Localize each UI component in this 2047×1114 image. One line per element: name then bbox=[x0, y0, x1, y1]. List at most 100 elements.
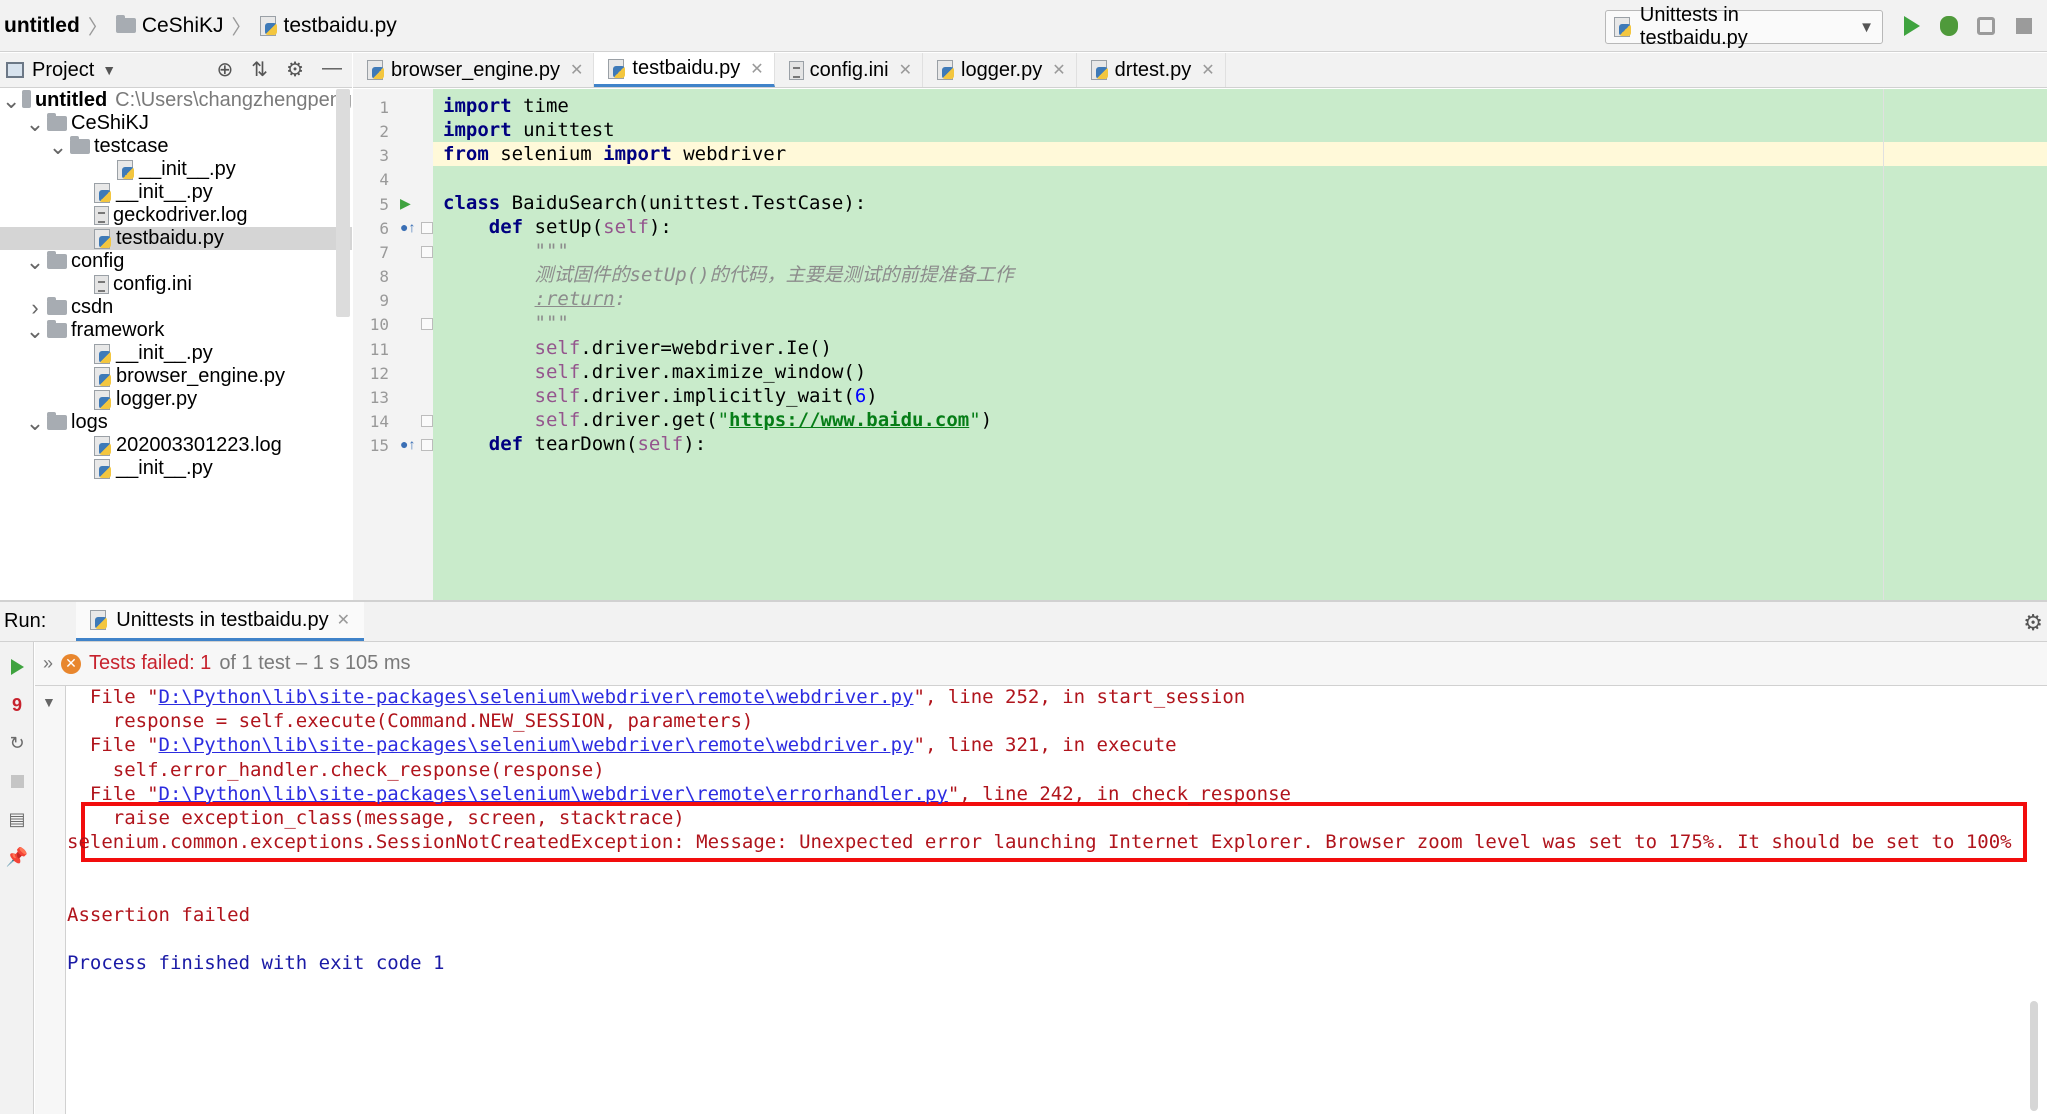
fold-icon[interactable] bbox=[421, 439, 433, 452]
chevron-down-icon[interactable]: ⌄ bbox=[25, 111, 45, 137]
tab-logger-py[interactable]: logger.py ✕ bbox=[923, 53, 1077, 87]
code-token: import bbox=[443, 95, 512, 117]
override-gutter-icon[interactable]: ●↑ bbox=[400, 219, 416, 235]
tab-browser-engine-py[interactable]: browser_engine.py ✕ bbox=[353, 53, 595, 87]
fold-icon[interactable] bbox=[421, 414, 433, 427]
code-line: import unittest bbox=[443, 118, 615, 142]
console-text: response = self.execute(Command.NEW_SESS… bbox=[112, 710, 754, 733]
code-token: BaiduSearch(unittest.TestCase): bbox=[500, 191, 867, 214]
tree-item[interactable]: ⌄ config bbox=[0, 249, 352, 275]
run-test-gutter-icon[interactable]: ▶ bbox=[400, 195, 416, 211]
tree-item[interactable]: __init__.py bbox=[0, 158, 352, 181]
code-editor[interactable]: import time import unittest from selenium … bbox=[433, 89, 2047, 600]
fold-icon[interactable] bbox=[421, 245, 433, 258]
collapse-all-icon[interactable]: ⇅ bbox=[251, 57, 268, 82]
breadcrumb-folder[interactable]: CeShiKJ bbox=[115, 14, 224, 38]
tree-item[interactable]: __init__.py bbox=[0, 181, 352, 204]
code-token: tearDown( bbox=[523, 433, 638, 456]
console-file-link[interactable]: D:\Python\lib\site-packages\selenium\web… bbox=[159, 783, 948, 805]
folder-icon bbox=[47, 297, 67, 315]
run-button[interactable] bbox=[1898, 12, 1926, 40]
stop-run-button[interactable] bbox=[4, 768, 30, 794]
tree-item-label: testcase bbox=[94, 135, 169, 157]
python-file-icon bbox=[367, 60, 385, 80]
console-text: ", line 321, in execute bbox=[913, 734, 1177, 757]
console-scrollbar[interactable] bbox=[2030, 1001, 2038, 1111]
chevron-down-icon[interactable]: ⌄ bbox=[25, 410, 45, 436]
chevron-down-icon[interactable]: ⌄ bbox=[2, 89, 20, 114]
console-file-link[interactable]: D:\Python\lib\site-packages\selenium\web… bbox=[159, 734, 914, 756]
console-file-link[interactable]: D:\Python\lib\site-packages\selenium\web… bbox=[159, 686, 914, 708]
rerun-button[interactable] bbox=[4, 654, 30, 680]
tree-item[interactable]: browser_engine.py bbox=[0, 365, 352, 388]
project-scrollbar[interactable] bbox=[336, 89, 350, 317]
tree-item[interactable]: ⌄ untitled C:\Users\changzhengpeng bbox=[0, 89, 352, 114]
close-icon[interactable]: ✕ bbox=[1201, 60, 1214, 80]
close-icon[interactable]: ✕ bbox=[750, 59, 763, 79]
locate-icon[interactable]: ⊕ bbox=[217, 57, 234, 82]
console-text: raise exception_class(message, screen, s… bbox=[112, 807, 685, 829]
chevron-down-icon[interactable]: ⌄ bbox=[48, 134, 68, 160]
breadcrumb-project[interactable]: untitled bbox=[4, 14, 80, 38]
chevron-down-icon[interactable]: ⌄ bbox=[25, 318, 45, 344]
console-indent bbox=[67, 759, 113, 781]
pin-button[interactable]: 📌 bbox=[4, 844, 30, 870]
test-failed-icon: ✕ bbox=[61, 653, 82, 674]
run-configuration-select[interactable]: Unittests in testbaidu.py ▼ bbox=[1605, 4, 1883, 49]
code-token: import bbox=[603, 143, 672, 166]
coverage-button[interactable] bbox=[1972, 12, 2000, 40]
tree-item[interactable]: __init__.py bbox=[0, 457, 352, 480]
console-output[interactable]: File "D:\Python\lib\site-packages\seleni… bbox=[67, 686, 2047, 1114]
tab-drtest-py[interactable]: drtest.py ✕ bbox=[1077, 53, 1226, 87]
chevron-down-icon[interactable]: ⌄ bbox=[25, 249, 45, 275]
line-number: 9 bbox=[379, 291, 389, 311]
override-gutter-icon[interactable]: ●↑ bbox=[400, 436, 416, 452]
console-indent bbox=[67, 686, 90, 708]
close-icon[interactable]: ✕ bbox=[899, 60, 912, 80]
gear-icon[interactable]: ⚙ bbox=[2023, 610, 2043, 636]
tab-config-ini[interactable]: config.ini ✕ bbox=[775, 53, 924, 87]
line-number: 12 bbox=[369, 363, 389, 383]
run-tab[interactable]: Unittests in testbaidu.py ✕ bbox=[76, 602, 364, 641]
toggle-auto-test-button[interactable]: ↻ bbox=[4, 730, 30, 756]
tree-item[interactable]: ⌄ framework bbox=[0, 318, 352, 344]
expand-icon[interactable]: » bbox=[43, 653, 53, 674]
minimize-icon[interactable]: — bbox=[322, 57, 342, 82]
console-text: ", line 242, in check_response bbox=[947, 782, 1291, 805]
project-panel-title[interactable]: Project bbox=[32, 59, 94, 82]
project-tree: ⌄ untitled C:\Users\changzhengpeng ⌄ CeShiKJ… bbox=[0, 89, 352, 600]
chevron-down-icon[interactable]: ▼ bbox=[102, 62, 116, 78]
tree-item[interactable]: ⌄ logs bbox=[0, 410, 352, 436]
tree-item[interactable]: geckodriver.log bbox=[0, 204, 352, 227]
breadcrumb-file[interactable]: testbaidu.py bbox=[259, 14, 397, 38]
code-token: self bbox=[534, 336, 581, 359]
close-icon[interactable]: ✕ bbox=[570, 60, 583, 80]
python-file-icon bbox=[94, 366, 112, 387]
debug-button[interactable] bbox=[1935, 12, 1963, 40]
code-token: : bbox=[614, 288, 627, 311]
gear-icon[interactable]: ⚙ bbox=[286, 57, 304, 82]
tree-item[interactable]: 202003301223.log bbox=[0, 434, 352, 457]
tree-item[interactable]: logger.py bbox=[0, 388, 352, 411]
rerun-failed-button[interactable]: 9 bbox=[4, 692, 30, 718]
stop-button[interactable] bbox=[2010, 12, 2038, 40]
tree-item[interactable]: › csdn bbox=[0, 295, 352, 320]
console-text: File " bbox=[89, 734, 159, 757]
tab-testbaidu-py[interactable]: testbaidu.py ✕ bbox=[594, 53, 775, 87]
fold-icon[interactable] bbox=[421, 221, 433, 234]
tree-item[interactable]: __init__.py bbox=[0, 342, 352, 365]
layout-button[interactable]: ▤ bbox=[4, 806, 30, 832]
tree-item[interactable]: testbaidu.py bbox=[0, 227, 352, 250]
console-line: File "D:\Python\lib\site-packages\seleni… bbox=[67, 686, 1245, 709]
chevron-down-icon[interactable]: ▼ bbox=[42, 694, 56, 710]
tree-item[interactable]: config.ini bbox=[0, 273, 352, 296]
code-token: ) bbox=[866, 384, 878, 407]
tree-item[interactable]: ⌄ CeShiKJ bbox=[0, 111, 352, 137]
tree-item[interactable]: ⌄ testcase bbox=[0, 134, 352, 160]
close-icon[interactable]: ✕ bbox=[1052, 60, 1065, 80]
close-icon[interactable]: ✕ bbox=[337, 610, 350, 630]
fold-icon[interactable] bbox=[421, 318, 433, 331]
